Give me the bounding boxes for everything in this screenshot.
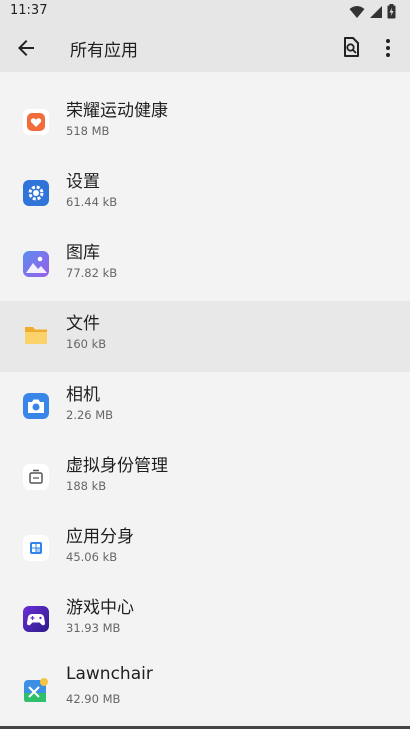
app-name: 荣耀运动健康 — [66, 101, 168, 121]
app-size: 77.82 kB — [66, 266, 118, 280]
app-size: 160 kB — [66, 337, 107, 351]
settings-gear-icon — [23, 180, 49, 206]
gallery-icon — [23, 251, 49, 277]
app-size: 2.26 MB — [66, 408, 114, 422]
app-size: 188 kB — [66, 479, 107, 493]
app-row-app-clone[interactable]: 应用分身 45.06 kB — [0, 514, 410, 585]
status-bar: 11:37 — [0, 0, 410, 24]
app-size: 518 MB — [66, 124, 110, 138]
app-list: 荣耀运动健康 518 MB 设置 61.44 kB 图库 77.82 kB 文件… — [0, 72, 410, 728]
app-row-settings[interactable]: 设置 61.44 kB — [0, 159, 410, 230]
search-apps-icon[interactable] — [340, 36, 362, 58]
app-row-lawnchair[interactable]: Lawnchair 42.90 MB — [0, 656, 410, 727]
app-row-virtual-identity[interactable]: 虚拟身份管理 188 kB — [0, 443, 410, 514]
wifi-icon — [349, 5, 365, 18]
health-heart-icon — [23, 109, 49, 135]
status-time: 11:37 — [10, 3, 48, 18]
app-name: 文件 — [66, 314, 100, 334]
app-bar: 所有应用 — [0, 24, 410, 72]
signal-icon — [370, 5, 382, 18]
virtual-identity-icon — [23, 464, 49, 490]
app-name: 图库 — [66, 243, 100, 263]
back-arrow-icon[interactable] — [14, 36, 38, 60]
app-name: 相机 — [66, 385, 100, 405]
app-size: 31.93 MB — [66, 621, 121, 635]
lawnchair-icon — [23, 677, 49, 703]
app-size: 42.90 MB — [66, 692, 121, 706]
more-options-icon[interactable] — [378, 36, 398, 60]
app-size: 61.44 kB — [66, 195, 118, 209]
battery-icon — [387, 4, 396, 19]
app-name: Lawnchair — [66, 664, 153, 684]
app-name: 游戏中心 — [66, 598, 134, 618]
app-row-camera[interactable]: 相机 2.26 MB — [0, 372, 410, 443]
camera-icon — [23, 393, 49, 419]
app-size: 45.06 kB — [66, 550, 118, 564]
gamepad-icon — [23, 606, 49, 632]
app-name: 设置 — [66, 172, 100, 192]
app-name: 应用分身 — [66, 527, 134, 547]
app-row-health[interactable]: 荣耀运动健康 518 MB — [0, 88, 410, 159]
app-row-files[interactable]: 文件 160 kB — [0, 301, 410, 372]
app-row-gallery[interactable]: 图库 77.82 kB — [0, 230, 410, 301]
app-clone-icon — [23, 535, 49, 561]
folder-icon — [23, 322, 49, 348]
app-row-game-center[interactable]: 游戏中心 31.93 MB — [0, 585, 410, 656]
status-icons — [349, 4, 396, 19]
page-title: 所有应用 — [70, 41, 138, 61]
app-name: 虚拟身份管理 — [66, 456, 168, 476]
